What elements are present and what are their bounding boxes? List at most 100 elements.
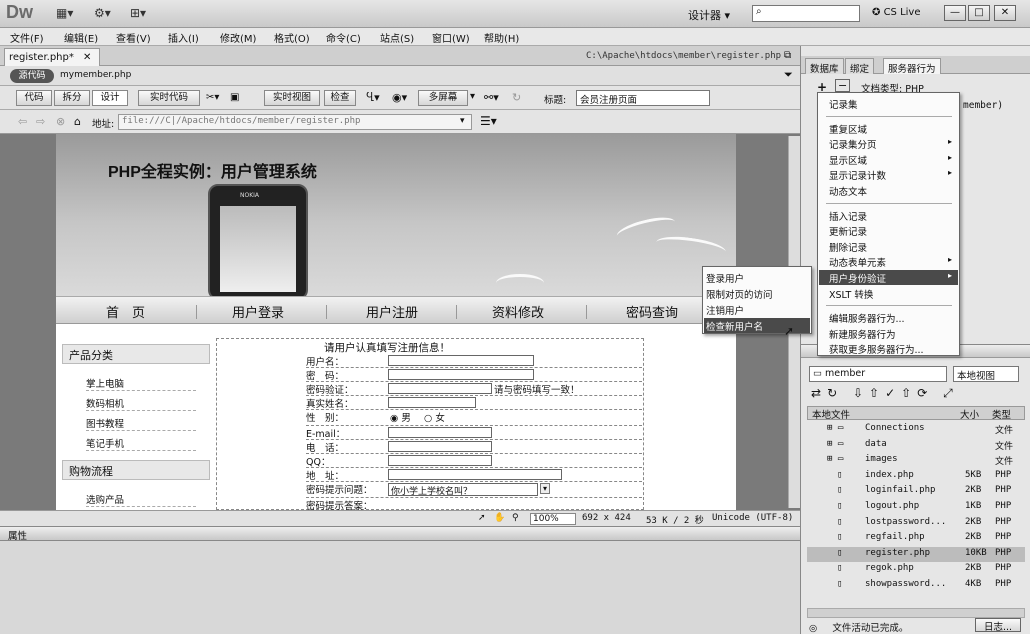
hand-tool-icon[interactable]: ✋ xyxy=(494,513,505,523)
layout-icon[interactable]: ▦▾ xyxy=(56,6,73,22)
menu-edit[interactable]: 编辑(E) xyxy=(64,30,98,45)
nav-register[interactable]: 用户注册 xyxy=(366,302,418,321)
file-row[interactable]: ▯ loginfail.php 2KB PHP xyxy=(807,484,1025,500)
product-link[interactable]: 图书教程 xyxy=(86,416,196,431)
cs-live-button[interactable]: ✪ CS Live xyxy=(872,7,921,18)
file-row[interactable]: ▯ regok.php 2KB PHP xyxy=(807,562,1025,578)
restore-doc-icon[interactable]: ⧉ xyxy=(784,50,791,61)
behavior-entry[interactable]: member) xyxy=(963,100,1003,111)
check-in-icon[interactable]: ⇧ xyxy=(901,386,917,400)
tab-bindings[interactable]: 绑定 xyxy=(845,58,875,75)
close-tab-icon[interactable]: ✕ xyxy=(83,52,91,63)
zoom-select[interactable]: 100% xyxy=(530,513,576,525)
tab-register[interactable]: register.php* ✕ xyxy=(4,48,100,66)
browse-options-icon[interactable]: ☰▾ xyxy=(480,114,497,128)
code-view-button[interactable]: 代码 xyxy=(16,90,52,106)
expand-icon[interactable]: ⤢ xyxy=(943,386,959,400)
menu-window[interactable]: 窗口(W) xyxy=(432,30,470,45)
submenu-item[interactable]: 注销用户 xyxy=(704,302,810,317)
file-row[interactable]: ▯ register.php 10KB PHP xyxy=(807,546,1025,563)
refresh-icon[interactable]: ↻ xyxy=(512,91,521,104)
menu-item[interactable]: 用户身份验证 ▸ xyxy=(819,270,958,285)
product-link[interactable]: 掌上电脑 xyxy=(86,376,196,391)
related-file-mymember[interactable]: mymember.php xyxy=(60,70,131,80)
menu-item[interactable]: 记录集 xyxy=(819,96,958,111)
file-row[interactable]: ▯ index.php 5KB PHP xyxy=(807,469,1025,485)
put-files-icon[interactable]: ⇧ xyxy=(869,386,885,400)
live-code-button[interactable]: 实时代码 xyxy=(138,90,200,106)
design-view-button[interactable]: 设计 xyxy=(92,90,128,106)
file-row[interactable]: ⊞ ▭ data 文件 xyxy=(807,438,1025,454)
minimize-button[interactable]: — xyxy=(944,5,966,21)
menu-item[interactable]: 更新记录 xyxy=(819,223,958,238)
nav-profile[interactable]: 资料修改 xyxy=(492,302,544,321)
back-icon[interactable]: ⇦ xyxy=(18,115,27,128)
submenu-item[interactable]: 检查新用户名 xyxy=(704,318,810,333)
live-view-button[interactable]: 实时视图 xyxy=(264,90,320,106)
browser-compat-icon[interactable]: ✂▾ xyxy=(206,92,219,103)
menu-item[interactable]: XSLT 转换 xyxy=(819,286,958,301)
connect-icon[interactable]: ⇄ xyxy=(811,386,827,400)
multiscreen-button[interactable]: 多屏幕 xyxy=(418,90,468,106)
col-type[interactable]: 类型 xyxy=(992,407,1011,421)
gender-female-radio[interactable]: ○ 女 xyxy=(424,410,445,424)
username-input[interactable] xyxy=(388,355,534,366)
menu-item[interactable]: 编辑服务器行为... xyxy=(819,310,958,325)
menu-item[interactable]: 记录集分页 ▸ xyxy=(819,136,958,151)
menu-commands[interactable]: 命令(C) xyxy=(326,30,361,45)
view-select[interactable]: 本地视图 xyxy=(953,366,1019,382)
site-select[interactable]: ▭ member xyxy=(809,366,947,382)
select-arrow-icon[interactable]: ▾ xyxy=(540,483,551,494)
file-row[interactable]: ⊞ ▭ images 文件 xyxy=(807,453,1025,469)
gender-male-radio[interactable]: ◉ 男 xyxy=(390,410,411,424)
maximize-button[interactable]: □ xyxy=(968,5,990,21)
menu-item[interactable]: 新建服务器行为 xyxy=(819,326,958,341)
log-button[interactable]: 日志... xyxy=(975,618,1021,633)
qq-input[interactable] xyxy=(388,455,492,466)
menu-help[interactable]: 帮助(H) xyxy=(484,30,519,45)
home-icon[interactable]: ⌂ xyxy=(74,115,81,128)
file-row[interactable]: ▯ regfail.php 2KB PHP xyxy=(807,531,1025,547)
zoom-tool-icon[interactable]: ⚲ xyxy=(512,513,519,523)
col-size[interactable]: 大小 xyxy=(960,407,979,421)
menu-item[interactable]: 重复区域 xyxy=(819,121,958,136)
file-row[interactable]: ▯ lostpassword... 2KB PHP xyxy=(807,516,1025,532)
menu-modify[interactable]: 修改(M) xyxy=(220,30,256,45)
site-icon[interactable]: ⊞▾ xyxy=(130,6,146,22)
nav-login[interactable]: 用户登录 xyxy=(232,302,284,321)
nav-home[interactable]: 首 页 xyxy=(106,302,145,321)
menu-item[interactable]: 获取更多服务器行为... xyxy=(819,341,958,356)
address-dropdown-icon[interactable]: ▾ xyxy=(460,116,465,126)
window-size[interactable]: 692 x 424 xyxy=(582,513,631,523)
menu-item[interactable]: 动态表单元素 ▸ xyxy=(819,254,958,269)
source-code-button[interactable]: 源代码 xyxy=(10,69,54,83)
file-row[interactable]: ⊞ ▭ Connections 文件 xyxy=(807,422,1025,438)
realname-input[interactable] xyxy=(388,397,476,408)
multiscreen-dropdown-icon[interactable]: ▾ xyxy=(470,91,475,102)
password-input[interactable] xyxy=(388,369,534,380)
workspace-switcher[interactable]: 设计器 ▾ xyxy=(688,7,730,23)
address-input[interactable]: file:///C|/Apache/htdocs/member/register… xyxy=(118,114,472,130)
menu-insert[interactable]: 插入(I) xyxy=(168,30,199,45)
menu-file[interactable]: 文件(F) xyxy=(10,30,44,45)
confirm-password-input[interactable] xyxy=(388,383,492,394)
preview-globe-icon[interactable]: ◉▾ xyxy=(392,91,407,104)
nav-password[interactable]: 密码查询 xyxy=(626,302,678,321)
filter-icon[interactable]: ⏷ xyxy=(784,68,793,82)
inspect-button[interactable]: 检查 xyxy=(324,90,356,106)
menu-format[interactable]: 格式(O) xyxy=(274,30,310,45)
submenu-item[interactable]: 限制对页的访问 xyxy=(704,286,810,301)
help-search-input[interactable]: ⌕ xyxy=(752,5,860,22)
live-options-icon[interactable]: Ⴁ▾ xyxy=(366,91,380,104)
menu-item[interactable]: 显示记录计数 ▸ xyxy=(819,167,958,182)
extend-gear-icon[interactable]: ⚙▾ xyxy=(94,6,111,22)
menu-view[interactable]: 查看(V) xyxy=(116,30,151,45)
menu-item[interactable]: 动态文本 xyxy=(819,183,958,198)
split-view-button[interactable]: 拆分 xyxy=(54,90,90,106)
flow-link[interactable]: 选购产品 xyxy=(86,492,196,507)
files-scrollbar[interactable] xyxy=(807,608,1025,618)
product-link[interactable]: 数码相机 xyxy=(86,396,196,411)
menu-item[interactable]: 显示区域 ▸ xyxy=(819,152,958,167)
address-input-field[interactable] xyxy=(388,469,562,480)
email-input[interactable] xyxy=(388,427,492,438)
